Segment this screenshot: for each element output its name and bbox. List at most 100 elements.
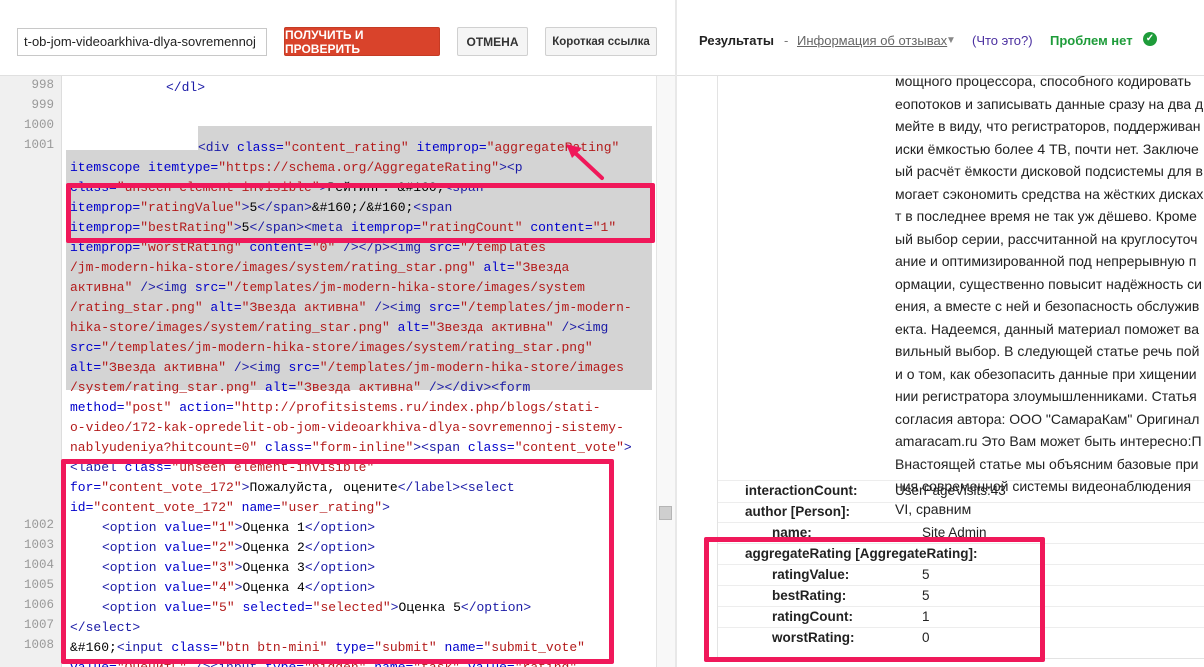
prop-author: author [Person]: xyxy=(745,504,851,519)
code-token: "/templates/jm-modern-hika-store/images/… xyxy=(226,280,585,295)
row-separator xyxy=(718,606,1204,607)
code-token: type= xyxy=(265,660,304,667)
caret-down-icon[interactable]: ▼ xyxy=(946,35,956,46)
code-token: <span xyxy=(413,200,453,215)
url-input[interactable]: t-ob-jom-videoarkhiva-dlya-sovremennoj xyxy=(17,28,267,56)
code-token: <option xyxy=(102,560,165,575)
code-token: "bestRating" xyxy=(140,220,234,235)
row-separator xyxy=(718,564,1204,565)
description-line: amaracam.ru Это Вам может быть интересно… xyxy=(895,433,1202,449)
description-line: ый расчёт ёмкости дисковой подсистемы дл… xyxy=(895,163,1203,179)
description-line: ормации, существенно повысит надёжность … xyxy=(895,275,1202,292)
code-line: <option value="1">Оценка 1</option> xyxy=(102,518,375,538)
code-token: &#160; xyxy=(70,640,117,655)
short-link-button[interactable]: Короткая ссылка xyxy=(545,27,657,56)
what-is-this-link[interactable]: (Что это?) xyxy=(972,33,1033,48)
code-editor[interactable]: 998 999 1000 1001 1002 1003 1004 1005 1006 1007 10… xyxy=(0,76,656,667)
code-line: <option value="2">Оценка 2</option> xyxy=(102,538,375,558)
results-title: Результаты xyxy=(699,33,774,48)
code-token: Оценка 2 xyxy=(242,540,305,555)
code-token: itemprop= xyxy=(70,240,141,255)
code-token: "btn btn-mini" xyxy=(218,640,328,655)
code-line: hika-store/images/system/rating_star.png… xyxy=(70,318,608,338)
code-token: <div xyxy=(198,140,238,155)
code-token: /></div><form xyxy=(421,380,531,395)
review-info-dropdown[interactable]: Информация об отзывах xyxy=(797,33,947,48)
code-line: <option value="3">Оценка 3</option> xyxy=(102,558,375,578)
line-number: 1004 xyxy=(23,558,54,572)
code-line: /rating_star.png" alt="Звезда активна" /… xyxy=(70,298,632,318)
fetch-and-validate-button[interactable]: ПОЛУЧИТЬ И ПРОВЕРИТЬ xyxy=(284,27,440,56)
code-token: "content_vote_172" xyxy=(101,480,242,495)
code-token: type= xyxy=(327,640,375,655)
code-token: "task" xyxy=(413,660,460,667)
code-area[interactable]: </dl> <div class="content_rating" itempro… xyxy=(62,76,656,667)
description-line: т в последнее время не так уж дёшево. Кр… xyxy=(895,208,1197,224)
code-token: "aggregateRating" xyxy=(486,140,620,155)
code-token: </select> xyxy=(70,620,141,635)
code-token: > xyxy=(623,440,632,455)
code-token: <option xyxy=(102,600,165,615)
prop-rating-value: ratingValue: xyxy=(772,567,850,582)
code-line: nablyudeniya?hitcount=0" class="form-inl… xyxy=(70,438,632,458)
description-line: ения, а вместе с ней и безопасность обсл… xyxy=(895,298,1200,314)
code-token: "ratingValue" xyxy=(140,200,242,215)
code-token: content= xyxy=(241,240,312,255)
code-line: id="content_vote_172" name="user_rating"… xyxy=(70,498,390,518)
code-token: /><input xyxy=(187,660,265,667)
prop-best-rating: bestRating: xyxy=(772,588,847,603)
line-number: 1005 xyxy=(23,578,54,592)
code-token: "unseen element-invisible" xyxy=(171,460,375,475)
code-line: o-video/172-kak-opredelit-ob-jom-videoar… xyxy=(70,418,624,438)
code-token: &#160;/&#160; xyxy=(311,200,414,215)
description-line: ание и оптимизированной под непрерывную … xyxy=(895,253,1197,269)
code-token: value= xyxy=(164,540,212,555)
code-token: "0" xyxy=(311,240,336,255)
code-token: /></p><img xyxy=(335,240,429,255)
code-token: Рейтинг: &#160; xyxy=(327,180,445,195)
description-line: еопотоков и записывать данные сразу на д… xyxy=(895,95,1204,112)
code-token: </option> xyxy=(304,520,376,535)
code-token: </option> xyxy=(304,540,376,555)
code-token: "/templates/jm-modern- xyxy=(460,300,632,315)
value-best-rating: 5 xyxy=(922,588,930,603)
code-token: o-video/172-kak-opredelit-ob-jom-videoar… xyxy=(70,420,624,435)
code-token: alt= xyxy=(257,380,297,395)
code-token: "3" xyxy=(211,560,235,575)
description-line: мейте в виду, что регистраторов, поддерж… xyxy=(895,118,1201,134)
value-rating-value: 5 xyxy=(922,567,930,582)
code-token: "ratingCount" xyxy=(421,220,523,235)
code-line: value="Оценить" /><input type="hidden" n… xyxy=(70,658,577,667)
code-token: "content_rating" xyxy=(283,140,409,155)
code-line: /system/rating_star.png" alt="Звезда акт… xyxy=(70,378,530,398)
code-token: "5" xyxy=(211,600,235,615)
cancel-button[interactable]: ОТМЕНА xyxy=(457,27,528,56)
code-token: hika-store/images/system/rating_star.png… xyxy=(70,320,390,335)
code-token: value= xyxy=(164,560,212,575)
code-token: ><p xyxy=(499,160,523,175)
value-rating-count: 1 xyxy=(922,609,930,624)
code-token: "http://profitsistems.ru/index.php/blogs… xyxy=(233,400,601,415)
code-token: "Звезда активна" xyxy=(428,320,554,335)
code-token: itemprop= xyxy=(70,220,141,235)
description-line: Внастоящей статье мы объясним базовые пр… xyxy=(895,455,1199,472)
line-number: 1007 xyxy=(23,618,54,632)
scroll-thumb[interactable] xyxy=(659,506,672,520)
description-line: екта. Надеемся, данный материал поможет … xyxy=(895,320,1199,337)
prop-aggregate-rating: aggregateRating [AggregateRating]: xyxy=(745,546,978,561)
editor-scrollbar[interactable] xyxy=(656,76,675,667)
code-token: itemprop= xyxy=(350,220,422,235)
description-line: нии регистратора злоумышленниками. Стать… xyxy=(895,388,1197,404)
prop-author-name: name: xyxy=(772,525,812,540)
code-line: itemprop="worstRating" content="0" /></p… xyxy=(70,238,546,258)
code-token: <label xyxy=(70,460,125,475)
code-token: alt= xyxy=(202,300,242,315)
code-token: class= xyxy=(171,640,219,655)
code-token: </option> xyxy=(304,560,376,575)
code-token: value= xyxy=(164,520,212,535)
code-line: itemprop="ratingValue">5</span>&#160;/&#… xyxy=(70,198,452,218)
code-token: /jm-modern-hika-store/images/system/rati… xyxy=(70,260,476,275)
code-token: "Звезда активна" xyxy=(101,360,227,375)
code-token: </label><select xyxy=(397,480,515,495)
code-token: src= xyxy=(428,300,461,315)
